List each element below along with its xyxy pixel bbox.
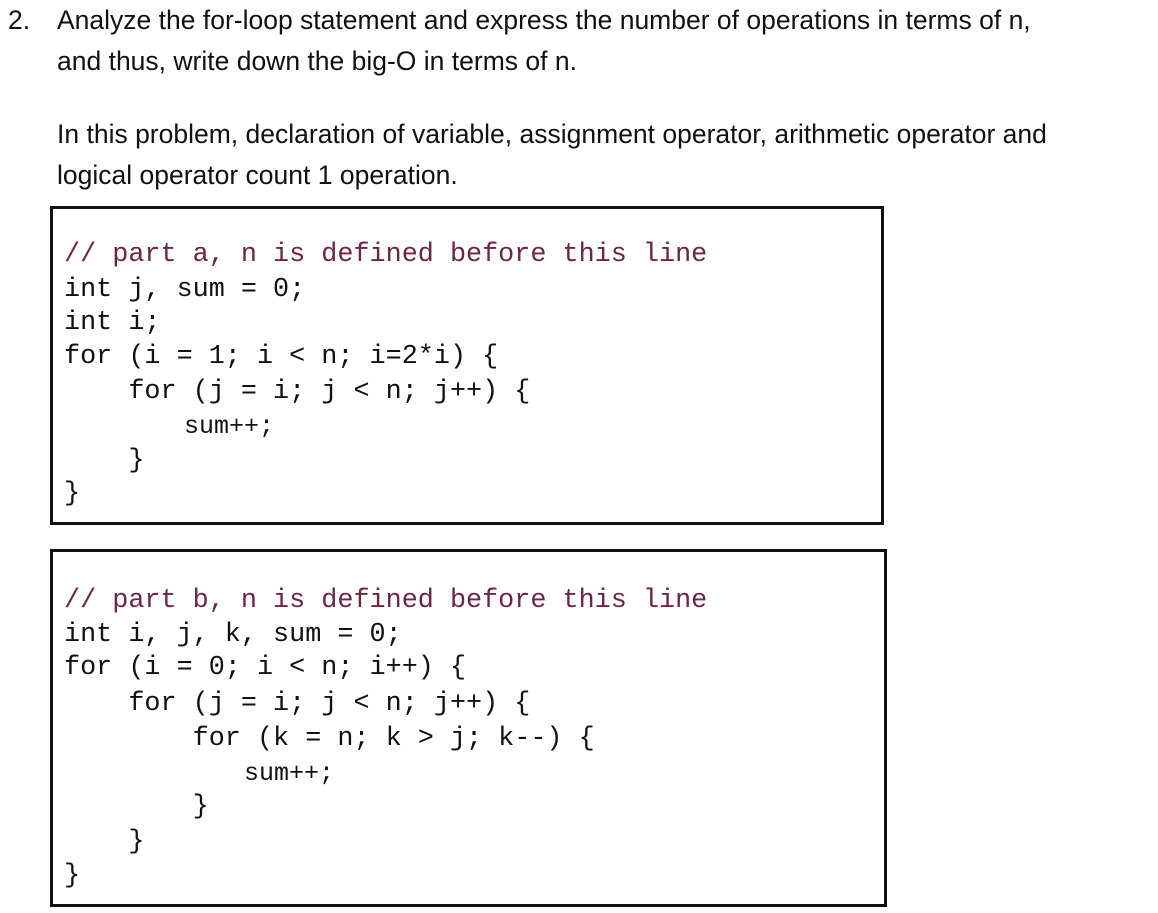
question-number: 2.: [8, 5, 31, 35]
question-line-2: and thus, write down the big-O in terms …: [57, 46, 577, 76]
code-block-part-b: // part b, n is defined before this line…: [50, 549, 887, 907]
code-block-part-a: // part a, n is defined before this line…: [50, 206, 884, 525]
code-line: for (i = 1; i < n; i=2*i) {: [64, 342, 499, 372]
code-line: }: [64, 792, 209, 822]
code-line: }: [64, 446, 145, 476]
code-line: for (k = n; k > j; k--) {: [64, 724, 595, 754]
code-line: sum++;: [64, 412, 275, 441]
code-line: for (j = i; j < n; j++) {: [64, 689, 531, 719]
question-line-1: Analyze the for-loop statement and expre…: [57, 5, 1031, 35]
code-line: }: [64, 479, 81, 509]
code-line: for (i = 0; i < n; i++) {: [64, 653, 467, 683]
code-comment: // part a, n is defined before this line: [64, 240, 708, 270]
question-line-4: logical operator count 1 operation.: [57, 160, 458, 190]
code-line: sum++;: [64, 759, 335, 788]
code-line: }: [64, 861, 81, 891]
code-line: int i, j, k, sum = 0;: [64, 620, 402, 650]
code-line: int i;: [64, 308, 161, 338]
code-comment: // part b, n is defined before this line: [64, 586, 708, 616]
code-line: int j, sum = 0;: [64, 275, 306, 305]
question-line-3: In this problem, declaration of variable…: [57, 119, 1047, 149]
code-line: }: [64, 827, 145, 857]
code-line: for (j = i; j < n; j++) {: [64, 377, 531, 407]
